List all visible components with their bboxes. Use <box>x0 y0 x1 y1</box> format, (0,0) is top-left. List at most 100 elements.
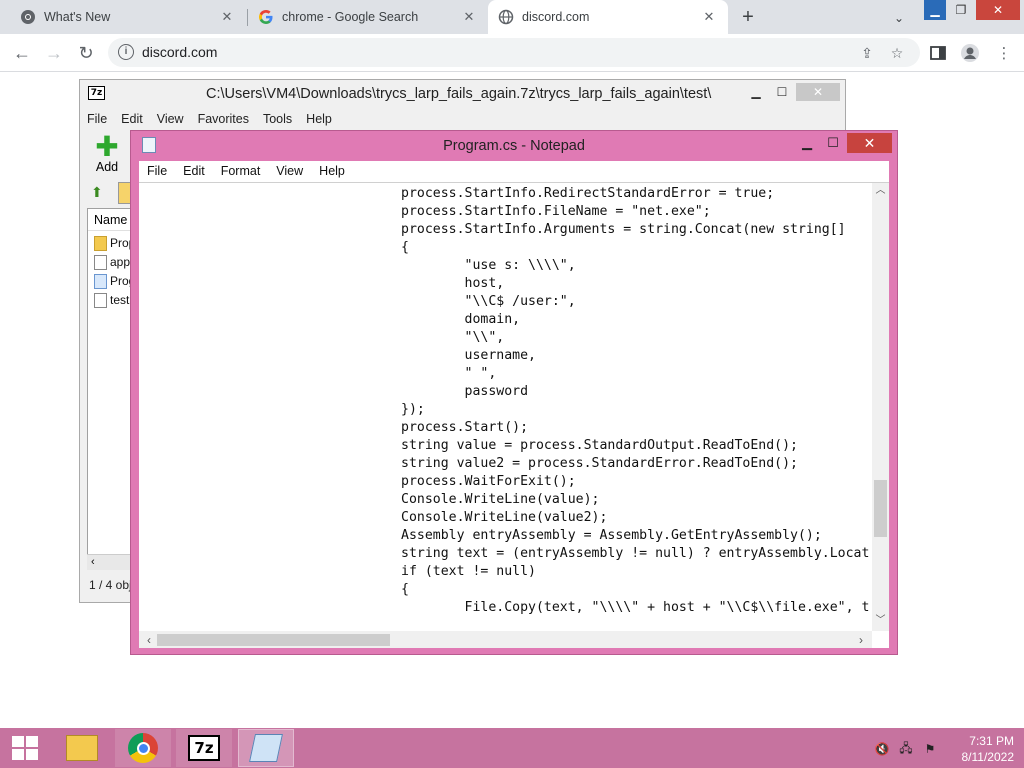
scroll-left-icon[interactable]: ‹ <box>91 556 95 568</box>
sevenzip-menubar: File Edit View Favorites Tools Help <box>80 110 845 130</box>
google-icon <box>258 9 274 25</box>
text-editor-area[interactable]: process.StartInfo.RedirectStandardError … <box>139 182 889 648</box>
window-close-button[interactable]: ✕ <box>976 0 1020 20</box>
windows-start-icon[interactable] <box>12 736 38 760</box>
close-icon[interactable]: ✕ <box>218 8 236 26</box>
clock-date: 8/11/2022 <box>961 750 1015 764</box>
maximize-button[interactable]: ☐ <box>821 133 845 153</box>
tab-title: chrome - Google Search <box>282 10 419 24</box>
horizontal-scrollbar[interactable]: ‹ › <box>139 631 872 648</box>
scroll-right-icon[interactable]: › <box>853 632 869 648</box>
list-item[interactable]: test <box>94 291 129 309</box>
minimize-button[interactable]: ▁ <box>744 83 768 101</box>
menu-help[interactable]: Help <box>311 161 353 182</box>
menu-file[interactable]: File <box>80 110 114 130</box>
side-panel-icon[interactable] <box>928 43 948 63</box>
notepad-title: Program.cs - Notepad <box>443 138 585 154</box>
menu-format[interactable]: Format <box>213 161 269 182</box>
back-arrow-icon[interactable]: ← <box>10 42 34 64</box>
code-line: "\\", <box>401 330 505 345</box>
code-line: File.Copy(text, "\\\\" + host + "\\C$\\f… <box>401 600 870 615</box>
code-line: process.StartInfo.RedirectStandardError … <box>401 186 775 201</box>
scroll-left-icon[interactable]: ‹ <box>141 632 157 648</box>
bookmark-star-icon[interactable]: ☆ <box>888 45 906 61</box>
add-label: Add <box>95 160 119 174</box>
system-clock[interactable]: 7:31 PM 8/11/2022 <box>944 733 1015 765</box>
menu-favorites[interactable]: Favorites <box>191 110 256 130</box>
minimize-button[interactable]: ▁ <box>924 0 946 20</box>
reload-icon[interactable]: ↻ <box>74 42 98 64</box>
code-line: { <box>401 582 409 597</box>
taskbar-notepad[interactable] <box>238 729 294 767</box>
chevron-down-icon[interactable]: ⌄ <box>888 7 910 29</box>
action-center-flag-icon[interactable]: ⚑ <box>922 741 938 757</box>
menu-edit[interactable]: Edit <box>175 161 213 182</box>
maximize-button[interactable]: ☐ <box>770 83 794 101</box>
scroll-down-icon[interactable]: ﹀ <box>872 613 889 629</box>
code-line: process.StartInfo.FileName = "net.exe"; <box>401 204 711 219</box>
scrollbar-thumb[interactable] <box>874 480 887 537</box>
close-button[interactable]: ✕ <box>847 133 892 153</box>
chrome-icon <box>128 733 158 763</box>
network-icon[interactable]: 🖧 <box>898 741 914 757</box>
list-item[interactable]: app <box>94 253 130 271</box>
browser-tab-strip: What's New ✕ chrome - Google Search ✕ di… <box>0 0 1024 34</box>
code-line: string text = (entryAssembly != null) ? … <box>401 546 870 561</box>
forward-arrow-icon[interactable]: → <box>42 42 66 64</box>
notepad-titlebar[interactable]: Program.cs - Notepad ▁ ☐ ✕ <box>131 131 897 161</box>
up-folder-icon[interactable]: ⬆ <box>91 184 109 202</box>
code-line: username, <box>401 348 536 363</box>
close-button[interactable]: ✕ <box>796 83 840 101</box>
code-line: Assembly entryAssembly = Assembly.GetEnt… <box>401 528 822 543</box>
file-icon <box>94 292 107 308</box>
menu-tools[interactable]: Tools <box>256 110 299 130</box>
code-line: string value2 = process.StandardError.Re… <box>401 456 798 471</box>
code-text: process.StartInfo.RedirectStandardError … <box>401 185 871 625</box>
profile-avatar-icon[interactable] <box>960 43 980 63</box>
minimize-button[interactable]: ▁ <box>795 133 819 153</box>
file-icon <box>94 254 107 270</box>
menu-view[interactable]: View <box>150 110 191 130</box>
taskbar-file-explorer[interactable] <box>54 729 110 767</box>
site-info-icon[interactable]: i <box>118 44 134 60</box>
close-icon[interactable]: ✕ <box>460 8 478 26</box>
address-bar[interactable]: i discord.com ⇪ ☆ <box>108 38 920 67</box>
tab-discord[interactable]: discord.com ✕ <box>488 0 728 34</box>
taskbar: 7z 🔇 🖧 ⚑ 7:31 PM 8/11/2022 <box>0 728 1024 768</box>
more-menu-icon[interactable]: ⋮ <box>994 43 1014 63</box>
share-icon[interactable]: ⇪ <box>858 45 876 61</box>
vertical-scrollbar[interactable]: ︿ ﹀ <box>872 183 889 631</box>
address-url: discord.com <box>142 44 218 60</box>
notepad-icon <box>249 734 283 762</box>
file-list: Name Prop app Prog test <box>87 208 135 570</box>
file-explorer-icon <box>66 735 98 761</box>
code-line: process.Start(); <box>401 420 529 435</box>
taskbar-7zip[interactable]: 7z <box>176 729 232 767</box>
code-line: }); <box>401 402 425 417</box>
code-line: Console.WriteLine(value2); <box>401 510 608 525</box>
menu-help[interactable]: Help <box>299 110 339 130</box>
tab-title: What's New <box>44 10 111 24</box>
volume-muted-icon[interactable]: 🔇 <box>874 741 890 757</box>
scroll-up-icon[interactable]: ︿ <box>872 183 889 199</box>
browser-toolbar: ← → ↻ i discord.com ⇪ ☆ ⋮ <box>0 34 1024 72</box>
tab-google-search[interactable]: chrome - Google Search ✕ <box>238 0 488 34</box>
sevenzip-titlebar[interactable]: 7z C:\Users\VM4\Downloads\trycs_larp_fai… <box>80 80 845 108</box>
add-button[interactable]: ✚ Add <box>90 131 124 175</box>
sevenzip-icon: 7z <box>188 735 220 761</box>
column-header-name[interactable]: Name <box>88 209 134 231</box>
clock-time: 7:31 PM <box>969 734 1014 748</box>
horizontal-scrollbar[interactable]: ‹ <box>87 554 135 570</box>
menu-edit[interactable]: Edit <box>114 110 150 130</box>
taskbar-chrome[interactable] <box>115 729 171 767</box>
tab-whats-new[interactable]: What's New ✕ <box>0 0 246 34</box>
menu-file[interactable]: File <box>139 161 175 182</box>
scrollbar-thumb[interactable] <box>157 634 390 646</box>
plus-icon: ✚ <box>95 131 119 162</box>
maximize-button[interactable]: ❐ <box>948 0 974 20</box>
menu-view[interactable]: View <box>268 161 311 182</box>
file-name: test <box>110 293 130 307</box>
new-tab-button[interactable]: + <box>736 5 760 29</box>
code-line: if (text != null) <box>401 564 536 579</box>
close-icon[interactable]: ✕ <box>700 8 718 26</box>
